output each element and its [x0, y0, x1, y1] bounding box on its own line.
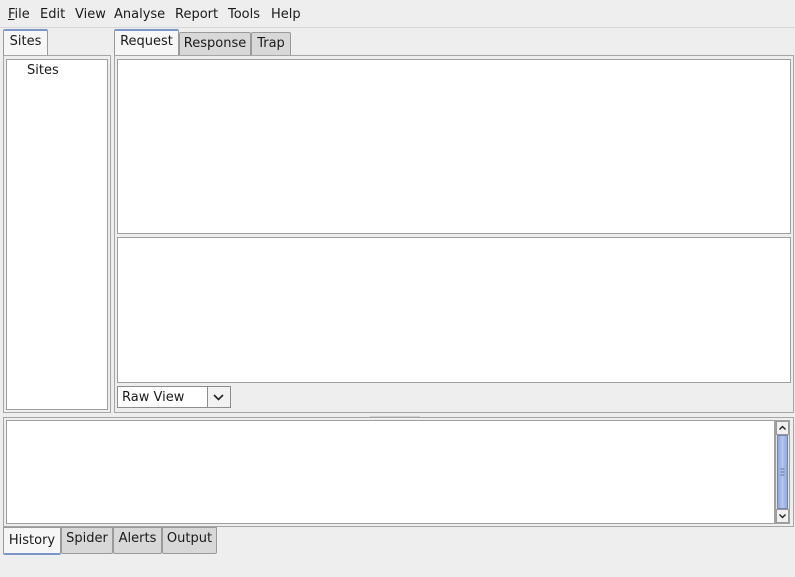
- menu-report[interactable]: Report: [175, 7, 218, 22]
- menu-bar: File Edit View Analyse Report Tools Help: [0, 0, 795, 28]
- menu-tools[interactable]: Tools: [228, 7, 260, 22]
- sites-tree: Sites: [6, 59, 108, 410]
- tab-spider[interactable]: Spider: [61, 527, 113, 554]
- tab-request[interactable]: Request: [114, 29, 179, 55]
- scroll-down-icon[interactable]: [776, 509, 789, 523]
- sites-panel: Sites: [3, 55, 111, 413]
- menu-file[interactable]: File: [8, 7, 30, 22]
- request-panel: [114, 55, 794, 413]
- request-body-area[interactable]: [117, 237, 791, 383]
- bottom-panel: [3, 417, 794, 527]
- request-header-area[interactable]: [117, 59, 791, 234]
- chevron-down-icon[interactable]: [207, 387, 230, 407]
- menu-help[interactable]: Help: [271, 7, 301, 22]
- scroll-up-icon[interactable]: [776, 421, 789, 435]
- tab-trap[interactable]: Trap: [251, 32, 291, 56]
- tab-sites[interactable]: Sites: [3, 29, 48, 55]
- view-select[interactable]: Raw View: [117, 386, 231, 408]
- tab-alerts[interactable]: Alerts: [113, 527, 162, 554]
- tab-history[interactable]: History: [3, 527, 61, 555]
- view-select-value: Raw View: [122, 390, 185, 405]
- menu-analyse[interactable]: Analyse: [114, 7, 165, 22]
- scroll-thumb[interactable]: [777, 435, 788, 509]
- menu-view[interactable]: View: [75, 7, 106, 22]
- tree-node-sites[interactable]: Sites: [27, 63, 59, 78]
- vertical-scrollbar[interactable]: [775, 420, 790, 524]
- tab-output[interactable]: Output: [162, 527, 217, 554]
- history-list[interactable]: [6, 420, 775, 524]
- menu-edit[interactable]: Edit: [40, 7, 65, 22]
- tab-response[interactable]: Response: [179, 32, 251, 56]
